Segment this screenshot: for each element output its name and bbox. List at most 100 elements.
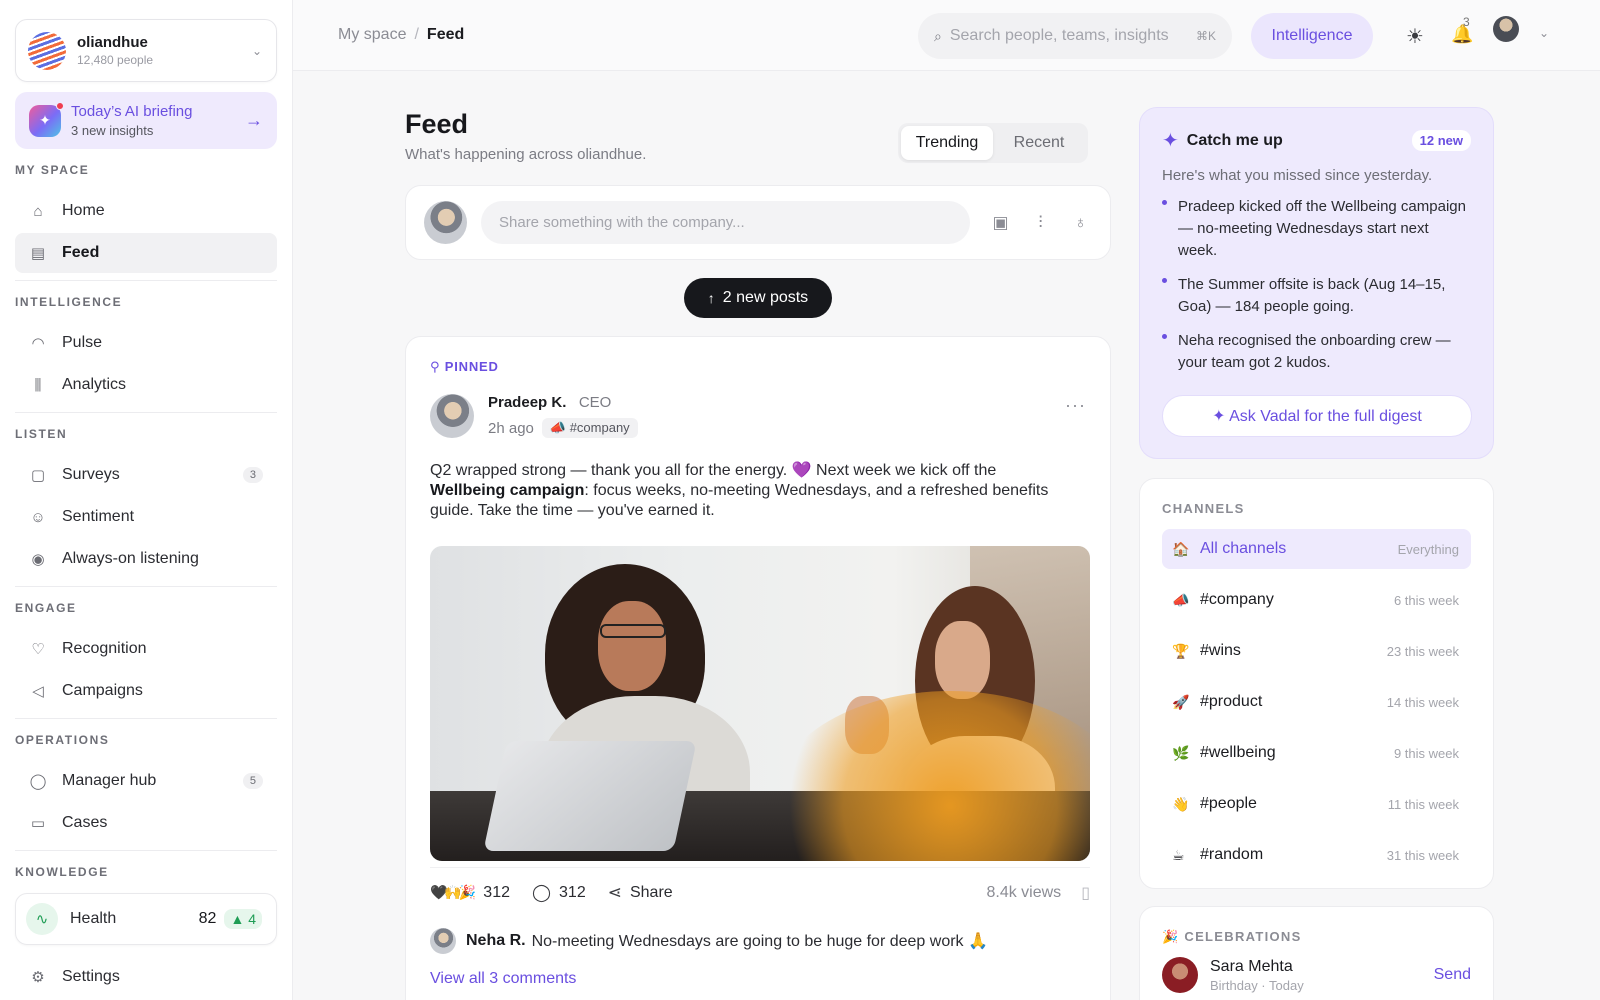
- search-bar[interactable]: ⌕ ⌘K: [918, 13, 1232, 59]
- composer-input[interactable]: [481, 201, 970, 244]
- channel-item[interactable]: 🚀 #product 14 this week: [1162, 682, 1471, 722]
- channel-item[interactable]: 🌿 #wellbeing 9 this week: [1162, 733, 1471, 773]
- bar-chart-icon: ⫼: [34, 376, 42, 394]
- sun-icon[interactable]: ☀: [1406, 24, 1424, 49]
- channel-item[interactable]: 🏠 All channels Everything: [1162, 529, 1471, 569]
- post-text: Q2 wrapped strong — thank you all for th…: [430, 462, 997, 479]
- tab-trending[interactable]: Trending: [901, 126, 993, 160]
- channel-item[interactable]: ☕ #random 31 this week: [1162, 835, 1471, 875]
- user-avatar[interactable]: [1493, 16, 1519, 42]
- bookmark-icon[interactable]: ▯: [1081, 883, 1090, 903]
- author-name[interactable]: Pradeep K.: [488, 394, 566, 411]
- ask-digest-button[interactable]: ✦ Ask Vadal for the full digest: [1162, 395, 1472, 437]
- catch-subtitle: Here's what you missed since yesterday.: [1162, 167, 1433, 184]
- org-switcher[interactable]: oliandhue 12,480 people ⌄: [15, 19, 277, 82]
- org-logo: [28, 31, 66, 70]
- view-all-comments-link[interactable]: View all 3 comments: [430, 970, 576, 988]
- sidebar-item-label: Feed: [62, 244, 100, 261]
- reactions-button[interactable]: 🖤🙌🎉 312: [430, 884, 510, 902]
- badge-icon[interactable]: ♁: [1071, 213, 1090, 233]
- post-author: Pradeep K. CEO 2h ago 📣 #company: [430, 394, 638, 438]
- sidebar-item-pulse[interactable]: ◠ Pulse: [15, 323, 277, 363]
- post-image[interactable]: [430, 546, 1090, 861]
- send-wish-button[interactable]: Send: [1434, 966, 1471, 984]
- sidebar-item-analytics[interactable]: ⫼ Analytics: [15, 365, 277, 405]
- tab-recent[interactable]: Recent: [993, 126, 1085, 160]
- megaphone-icon: ◁: [32, 683, 44, 700]
- sidebar-item-label: Analytics: [62, 376, 127, 393]
- comment-count: 312: [559, 883, 586, 901]
- sidebar-item-recognition[interactable]: ♡ Recognition: [15, 629, 277, 669]
- channels-label: CHANNELS: [1162, 501, 1245, 516]
- image-person: [598, 601, 666, 691]
- intelligence-button[interactable]: Intelligence: [1251, 13, 1373, 59]
- ai-briefing-card[interactable]: ✦ Today’s AI briefing 3 new insights →: [15, 92, 277, 149]
- channel-item[interactable]: 👋 #people 11 this week: [1162, 784, 1471, 824]
- sparkle-icon: ✦: [29, 101, 64, 137]
- channel-activity: 23 this week: [1386, 643, 1459, 659]
- channel-name: #wellbeing: [1200, 744, 1276, 761]
- sidebar-item-campaigns[interactable]: ◁ Campaigns: [15, 671, 277, 711]
- section-divider: [15, 718, 277, 719]
- section-label-operations: OPERATIONS: [15, 733, 110, 747]
- channel-name: #people: [1200, 795, 1257, 812]
- sidebar-item-home[interactable]: ⌂ Home: [15, 191, 277, 231]
- channel-activity: 11 this week: [1387, 796, 1459, 812]
- sidebar-item-surveys[interactable]: ▢ Surveys 3: [15, 455, 277, 495]
- comment-author[interactable]: Neha R.: [466, 932, 526, 950]
- avatar[interactable]: [430, 394, 474, 438]
- comments-button[interactable]: ◯ 312: [532, 883, 586, 903]
- sidebar-item-label: Campaigns: [62, 682, 143, 699]
- sidebar-item-always-on-listening[interactable]: ◉ Always-on listening: [15, 539, 277, 579]
- poll-icon[interactable]: ⫶: [1031, 213, 1050, 233]
- share-label: Share: [629, 883, 673, 901]
- sidebar-item-label: Pulse: [62, 334, 103, 351]
- folder-icon: ▭: [30, 815, 46, 832]
- section-label-engage: ENGAGE: [15, 601, 77, 615]
- sidebar-item-sentiment[interactable]: ☺ Sentiment: [15, 497, 277, 537]
- breadcrumb-my-space[interactable]: My space: [338, 26, 406, 44]
- section-divider: [15, 412, 277, 413]
- sidebar: oliandhue 12,480 people ⌄ ✦ Today’s AI b…: [0, 0, 293, 1000]
- sidebar-item-settings[interactable]: ⚙ Settings: [15, 957, 277, 997]
- search-input[interactable]: [949, 27, 1196, 45]
- channel-item[interactable]: 📣 #company 6 this week: [1162, 580, 1471, 620]
- channel-tag[interactable]: 📣 #company: [541, 418, 638, 438]
- channel-emoji-icon: 🏆: [1172, 642, 1190, 659]
- share-button[interactable]: ⋖ Share: [608, 883, 673, 903]
- post-card: ⚲ PINNED Pradeep K. CEO 2h ago 📣 #compan…: [405, 336, 1111, 1000]
- arrow-up-icon: ↑: [707, 290, 715, 306]
- channel-item[interactable]: 🏆 #wins 23 this week: [1162, 631, 1471, 671]
- celebration-detail: Birthday · Today: [1210, 977, 1304, 993]
- sidebar-item-label: Surveys: [62, 466, 120, 483]
- ask-digest-label: Ask Vadal for the full digest: [1229, 408, 1422, 425]
- chevron-down-icon[interactable]: ⌄: [1539, 26, 1549, 40]
- briefing-title: Today’s AI briefing: [71, 103, 193, 120]
- sidebar-item-label: Cases: [62, 814, 108, 831]
- arrow-right-icon: →: [245, 110, 263, 130]
- sidebar-item-label: Recognition: [62, 640, 147, 657]
- sidebar-item-cases[interactable]: ▭ Cases: [15, 803, 277, 843]
- avatar: [430, 928, 456, 954]
- feed-sort-toggle: Trending Recent: [898, 123, 1088, 163]
- image-icon[interactable]: ▣: [991, 213, 1010, 233]
- search-icon: ⌕: [934, 27, 942, 44]
- sidebar-item-manager-hub[interactable]: ◯ Manager hub 5: [15, 761, 277, 801]
- breadcrumb-separator: /: [414, 26, 419, 43]
- view-count: 8.4k views: [986, 883, 1062, 901]
- user-icon: ◯: [29, 773, 47, 790]
- section-label-knowledge: KNOWLEDGE: [15, 865, 109, 879]
- feed-main: Feed What's happening across oliandhue. …: [405, 71, 1111, 1000]
- avatar: [424, 201, 467, 244]
- catch-title: Catch me up: [1186, 131, 1283, 149]
- avatar[interactable]: [1162, 957, 1198, 993]
- new-posts-button[interactable]: ↑ 2 new posts: [684, 278, 832, 318]
- health-card[interactable]: ∿ Health 82 ▲ 4: [15, 893, 277, 945]
- unread-dot: [56, 101, 64, 110]
- sidebar-item-feed[interactable]: ▤ Feed: [15, 233, 277, 273]
- org-name: oliandhue: [77, 34, 148, 51]
- sparkle-icon: ✦: [1162, 130, 1179, 152]
- more-options-icon[interactable]: ···: [1065, 395, 1086, 416]
- sidebar-nav: MY SPACE ⌂ Home ▤ Feed INTELLIGENCE ◠ Pulse ⫼ Ana…: [15, 163, 277, 851]
- gauge-icon: ◠: [31, 335, 45, 352]
